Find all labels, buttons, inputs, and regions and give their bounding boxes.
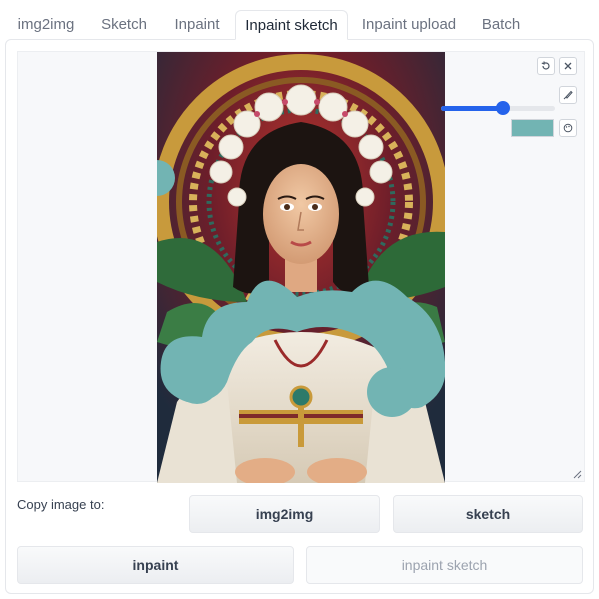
slider-thumb[interactable]: [496, 101, 510, 115]
tab-bar: img2img Sketch Inpaint Inpaint sketch In…: [0, 0, 599, 40]
portrait-image[interactable]: [157, 52, 445, 483]
copy-to-img2img-button[interactable]: img2img: [189, 495, 380, 533]
brush-button[interactable]: [559, 86, 577, 104]
brush-size-slider[interactable]: [441, 101, 555, 115]
tab-inpaint-upload[interactable]: Inpaint upload: [356, 10, 462, 40]
undo-button[interactable]: [537, 57, 555, 75]
tab-img2img[interactable]: img2img: [10, 10, 82, 40]
clear-button[interactable]: [559, 57, 577, 75]
slider-fill: [441, 106, 503, 111]
brush-color-swatch[interactable]: [511, 119, 554, 137]
resize-grip-icon[interactable]: [572, 469, 582, 479]
close-icon: [564, 62, 572, 70]
brush-icon: [563, 90, 573, 100]
tab-sketch[interactable]: Sketch: [94, 10, 154, 40]
copy-to-inpaint-sketch-button: inpaint sketch: [306, 546, 583, 584]
inpaint-sketch-panel: Copy image to: img2img sketch inpaint in…: [5, 39, 594, 594]
undo-icon: [541, 61, 550, 70]
palette-icon: [563, 123, 573, 133]
sketch-canvas[interactable]: [17, 51, 585, 483]
tab-inpaint[interactable]: Inpaint: [165, 10, 229, 40]
tab-batch[interactable]: Batch: [474, 10, 528, 40]
copy-to-inpaint-button[interactable]: inpaint: [17, 546, 294, 584]
copy-to-sketch-button[interactable]: sketch: [393, 495, 583, 533]
palette-button[interactable]: [559, 119, 577, 137]
copy-image-label: Copy image to:: [17, 497, 105, 512]
tab-inpaint-sketch[interactable]: Inpaint sketch: [235, 10, 348, 40]
